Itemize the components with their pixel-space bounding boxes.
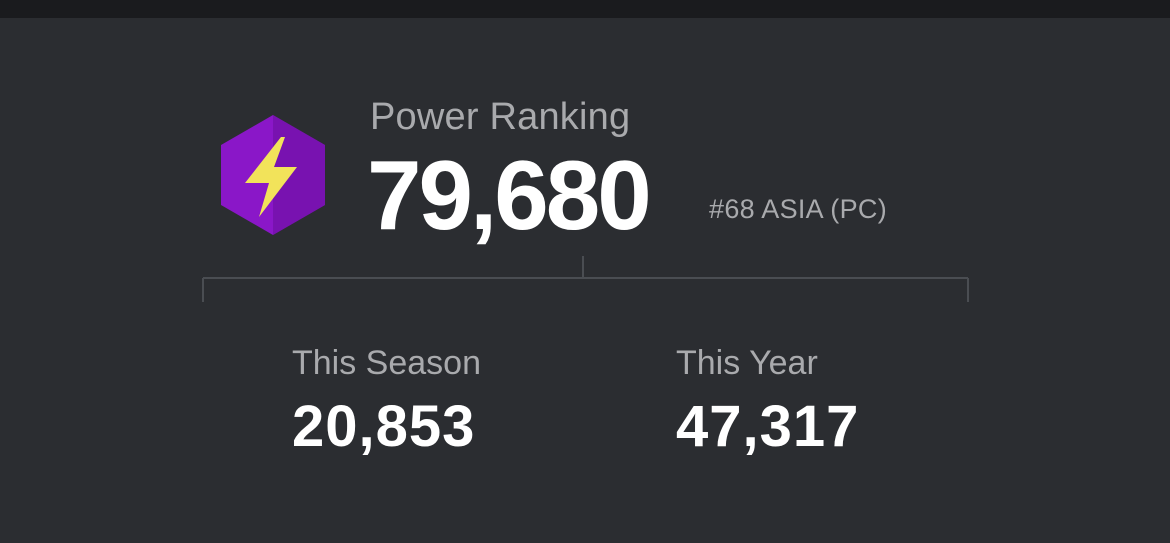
power-ranking-title: Power Ranking [370,96,631,138]
region-rank: #68 ASIA (PC) [709,194,887,224]
lightning-bolt-icon [221,115,325,235]
season-value: 20,853 [292,394,476,459]
year-value: 47,317 [676,394,860,459]
season-label: This Season [292,344,481,382]
year-label: This Year [676,344,818,382]
top-bar [0,0,1170,18]
power-ranking-value: 79,680 [367,140,652,250]
